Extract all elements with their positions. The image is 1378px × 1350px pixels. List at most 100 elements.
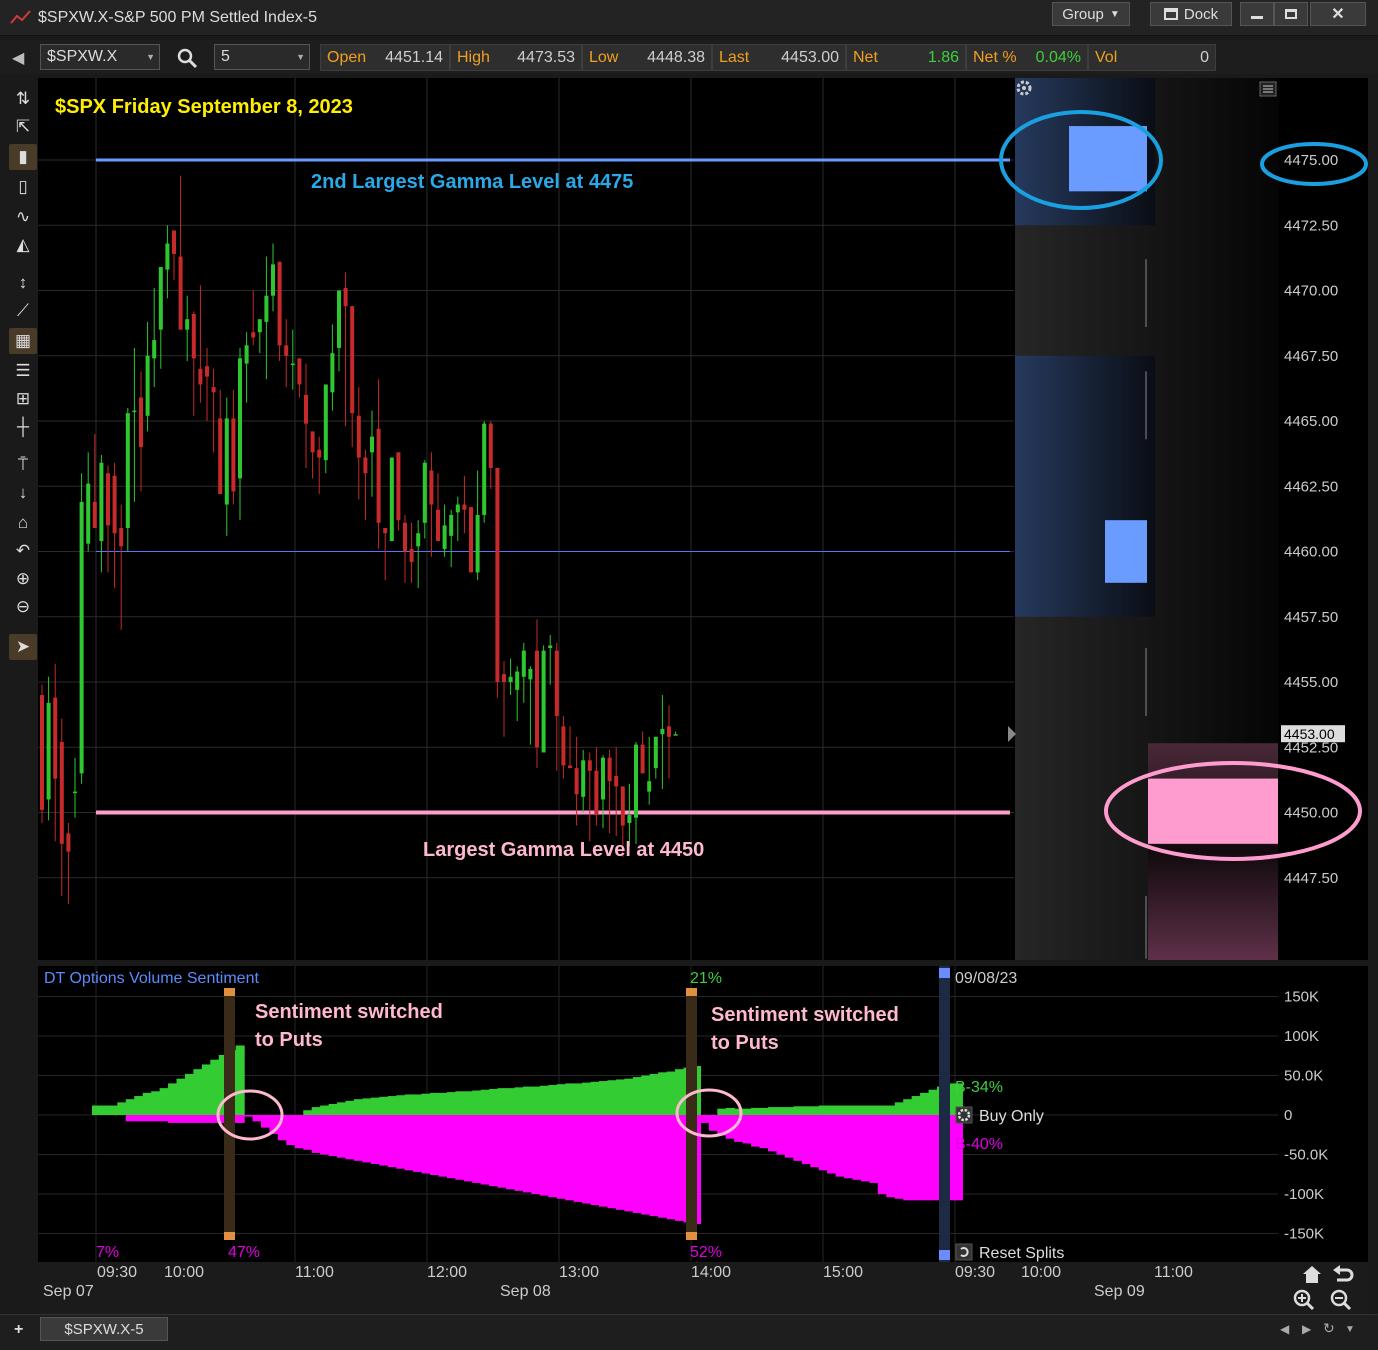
- split-pct-label: 7%: [96, 1244, 119, 1261]
- undo-icon[interactable]: [1333, 1265, 1354, 1282]
- tab-spxw-5[interactable]: $SPXW.X-5: [40, 1317, 168, 1341]
- candle-body: [106, 473, 110, 526]
- split-marker[interactable]: [224, 988, 235, 1238]
- group-button[interactable]: Group ▼: [1052, 2, 1130, 26]
- cursor-line-icon[interactable]: ↓: [9, 480, 37, 506]
- calls-bar: [835, 1105, 845, 1115]
- puts-bar: [294, 1115, 304, 1149]
- gamma-bar-4460: [1105, 520, 1147, 583]
- chevron-down-icon[interactable]: ▼: [1345, 1324, 1355, 1335]
- interval-input[interactable]: 5 ▼: [214, 44, 310, 70]
- pointer-select-icon[interactable]: ⇱: [9, 114, 37, 140]
- candle-body: [244, 345, 249, 364]
- candle: [554, 642, 559, 771]
- zoom-in-icon[interactable]: [1293, 1289, 1315, 1311]
- calls-bar: [108, 1105, 118, 1115]
- reset-splits-button[interactable]: Reset Splits: [955, 1243, 1064, 1262]
- refresh-icon[interactable]: ↻: [1323, 1320, 1335, 1337]
- puts-bar: [708, 1115, 718, 1131]
- line-chart-icon[interactable]: ∿: [9, 204, 37, 230]
- date-split-marker[interactable]: [939, 966, 950, 1262]
- puts-pct-label: B-40%: [955, 1136, 1003, 1153]
- puts-bar: [151, 1115, 161, 1122]
- footer-bar: + $SPXW.X-5 ◀ ▶ ↻ ▼: [0, 1314, 1378, 1350]
- candle: [640, 731, 645, 774]
- candlestick-icon[interactable]: ▮: [9, 144, 37, 170]
- crosshair-icon[interactable]: ┼: [9, 414, 37, 440]
- split-marker-handle[interactable]: [686, 1232, 697, 1240]
- puts-bar: [784, 1115, 794, 1158]
- candle-body: [594, 770, 599, 816]
- puts-bar: [531, 1115, 541, 1194]
- collapse-arrow-icon[interactable]: ◀: [12, 48, 24, 68]
- candle: [442, 504, 447, 557]
- puts-bar: [894, 1115, 904, 1199]
- split-marker-handle[interactable]: [939, 1250, 950, 1260]
- split-marker-handle[interactable]: [224, 1232, 235, 1240]
- quote-field-value: 0.04%: [1035, 48, 1081, 66]
- sentiment-panel[interactable]: 7% 47% 21% 52% 150K 100K 50.0K 0 -50.0K -100K -15…: [38, 966, 1368, 1262]
- grid-small-icon[interactable]: ⊞: [9, 386, 37, 412]
- split-marker-handle[interactable]: [686, 988, 697, 996]
- time-label: 11:00: [295, 1264, 334, 1281]
- home-icon[interactable]: ⌂: [9, 510, 37, 536]
- puts-bar: [903, 1115, 913, 1201]
- bar-chart-icon[interactable]: ▯: [9, 174, 37, 200]
- area-chart-icon[interactable]: ◭: [9, 232, 37, 258]
- candle-body: [231, 418, 236, 492]
- quote-field-last: Last 4453.00: [712, 44, 846, 71]
- minimize-button[interactable]: [1240, 2, 1274, 26]
- trendline-icon[interactable]: ⟋: [9, 298, 37, 324]
- puts-bar: [869, 1115, 879, 1183]
- chevron-down-icon: ▼: [146, 52, 155, 62]
- grid-icon[interactable]: ▦: [9, 328, 37, 354]
- sort-icon[interactable]: ⇅: [9, 86, 37, 112]
- candle-body: [79, 501, 84, 774]
- candle-body: [119, 528, 124, 547]
- candle: [607, 749, 612, 834]
- candle: [284, 319, 289, 388]
- candle-body: [627, 815, 632, 823]
- search-icon[interactable]: [176, 47, 198, 69]
- expand-arrow-icon[interactable]: [1008, 726, 1016, 742]
- menu-icon[interactable]: [1259, 81, 1277, 97]
- symbol-input[interactable]: $SPXW.X ▼: [40, 44, 160, 70]
- puts-bar: [522, 1115, 532, 1193]
- maximize-button[interactable]: [1274, 2, 1308, 26]
- zoom-out-icon[interactable]: [1330, 1289, 1352, 1311]
- pointer-icon[interactable]: ➤: [9, 634, 37, 660]
- candle-body: [436, 509, 440, 542]
- pin-icon[interactable]: ⍑: [9, 452, 37, 478]
- puts-bar: [311, 1115, 321, 1153]
- zoom-in-icon[interactable]: ⊕: [9, 566, 37, 592]
- calls-bar: [151, 1091, 161, 1115]
- candle: [86, 452, 91, 552]
- split-marker-handle[interactable]: [939, 968, 950, 978]
- puts-bar: [920, 1115, 930, 1201]
- candle: [436, 473, 440, 542]
- scroll-right-icon[interactable]: ▶: [1302, 1322, 1311, 1336]
- calls-bar: [522, 1086, 532, 1115]
- price-chart[interactable]: 4475.00 4472.50 4470.00 4467.50 4465.00 4462.…: [38, 78, 1368, 960]
- candle: [251, 290, 256, 346]
- close-button[interactable]: ✕: [1310, 2, 1366, 26]
- add-tab-icon[interactable]: +: [14, 1321, 23, 1339]
- split-marker-handle[interactable]: [224, 988, 235, 996]
- puts-bar: [328, 1115, 338, 1157]
- puts-bar: [261, 1115, 271, 1128]
- dock-button[interactable]: Dock: [1150, 2, 1232, 26]
- calls-bar: [184, 1073, 194, 1115]
- candle: [277, 261, 282, 361]
- zoom-out-icon[interactable]: ⊖: [9, 594, 37, 620]
- home-icon[interactable]: [1303, 1266, 1321, 1283]
- undo-icon[interactable]: ↶: [9, 538, 37, 564]
- candle-body: [132, 410, 137, 413]
- sentiment-title: DT Options Volume Sentiment: [44, 970, 259, 987]
- split-marker[interactable]: [686, 988, 697, 1238]
- candle: [106, 465, 110, 573]
- buy-only-button[interactable]: Buy Only: [955, 1106, 1044, 1125]
- scroll-left-icon[interactable]: ◀: [1280, 1322, 1289, 1336]
- table-icon[interactable]: ☰: [9, 358, 37, 384]
- calls-bar: [201, 1064, 211, 1115]
- vertical-scale-icon[interactable]: ↕: [9, 270, 37, 296]
